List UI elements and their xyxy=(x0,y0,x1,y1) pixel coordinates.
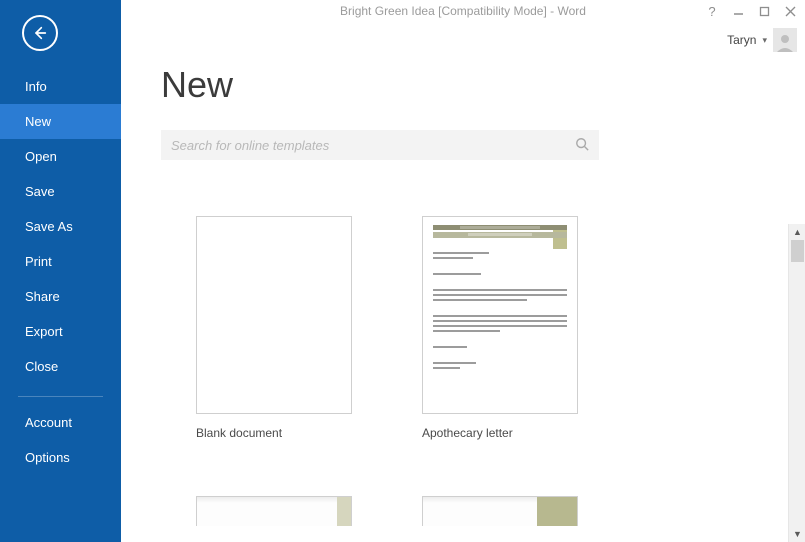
close-button[interactable] xyxy=(783,4,797,18)
template-thumb-partial xyxy=(196,496,352,526)
template-partial-1[interactable] xyxy=(196,496,352,538)
scroll-thumb[interactable] xyxy=(791,240,804,262)
sidebar-item-open[interactable]: Open xyxy=(0,139,121,174)
vertical-scrollbar[interactable]: ▲ ▼ xyxy=(788,224,805,542)
template-thumb-apothecary xyxy=(422,216,578,414)
sidebar-item-new[interactable]: New xyxy=(0,104,121,139)
backstage-sidebar: Info New Open Save Save As Print Share E… xyxy=(0,0,121,542)
template-search[interactable] xyxy=(161,130,599,160)
window-title: Bright Green Idea [Compatibility Mode] -… xyxy=(340,4,586,18)
search-icon[interactable] xyxy=(575,137,589,154)
template-label: Blank document xyxy=(196,426,352,440)
sidebar-item-save-as[interactable]: Save As xyxy=(0,209,121,244)
template-blank-document[interactable]: Blank document xyxy=(196,216,352,440)
template-thumb-blank xyxy=(196,216,352,414)
back-button[interactable] xyxy=(22,15,58,51)
sidebar-item-share[interactable]: Share xyxy=(0,279,121,314)
help-button[interactable]: ? xyxy=(705,4,719,18)
scroll-down-button[interactable]: ▼ xyxy=(789,526,805,542)
sidebar-menu: Info New Open Save Save As Print Share E… xyxy=(0,69,121,475)
app-root: Info New Open Save Save As Print Share E… xyxy=(0,0,805,542)
template-gallery: Blank document xyxy=(161,216,805,440)
window-controls: ? xyxy=(705,4,797,18)
search-input[interactable] xyxy=(171,138,575,153)
maximize-button[interactable] xyxy=(757,4,771,18)
sidebar-item-print[interactable]: Print xyxy=(0,244,121,279)
sidebar-item-info[interactable]: Info xyxy=(0,69,121,104)
template-partial-2[interactable] xyxy=(422,496,578,538)
title-bar: Bright Green Idea [Compatibility Mode] -… xyxy=(121,0,805,22)
page-title: New xyxy=(161,64,805,106)
minimize-button[interactable] xyxy=(731,4,745,18)
template-thumb-partial xyxy=(422,496,578,526)
sidebar-item-close[interactable]: Close xyxy=(0,349,121,384)
arrow-left-icon xyxy=(32,25,48,41)
sidebar-item-options[interactable]: Options xyxy=(0,440,121,475)
sidebar-item-save[interactable]: Save xyxy=(0,174,121,209)
template-gallery-row2 xyxy=(161,496,805,538)
content-area: New Blank document xyxy=(121,22,805,542)
template-apothecary-letter[interactable]: Apothecary letter xyxy=(422,216,578,440)
main-pane: Bright Green Idea [Compatibility Mode] -… xyxy=(121,0,805,542)
sidebar-separator xyxy=(18,396,103,397)
sidebar-item-account[interactable]: Account xyxy=(0,405,121,440)
scroll-up-button[interactable]: ▲ xyxy=(789,224,805,240)
sidebar-item-export[interactable]: Export xyxy=(0,314,121,349)
template-label: Apothecary letter xyxy=(422,426,578,440)
